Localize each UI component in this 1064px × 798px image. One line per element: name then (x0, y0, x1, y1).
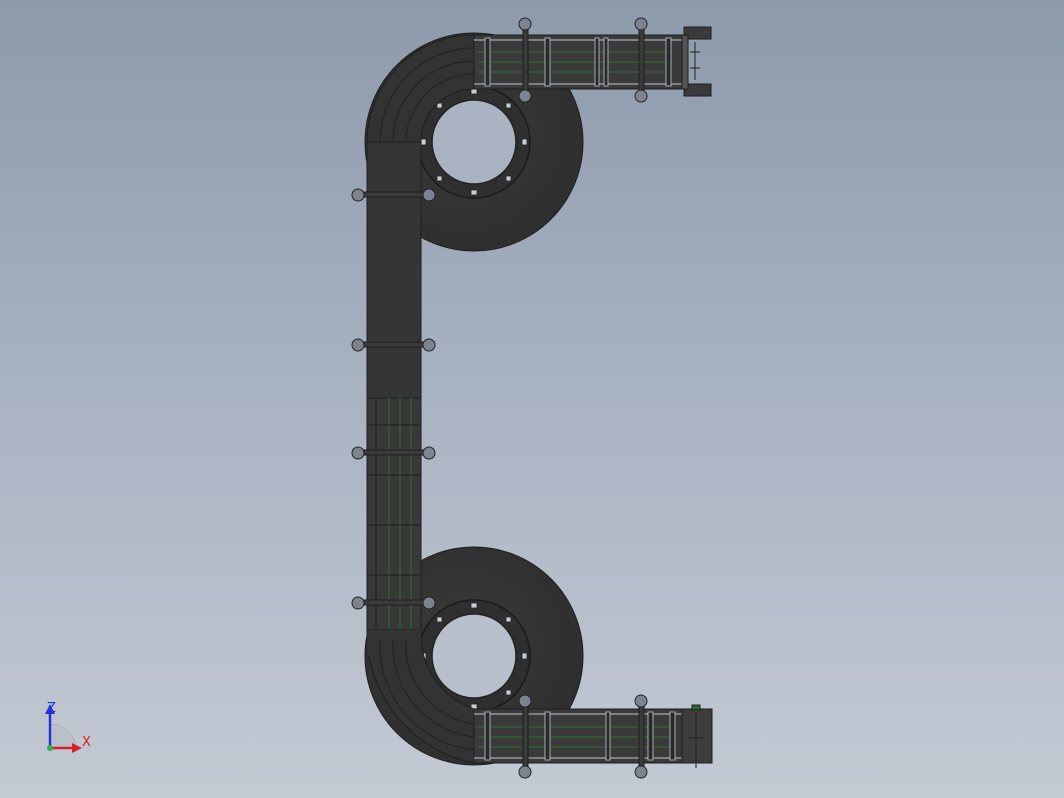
lower-conveyor[interactable] (473, 704, 713, 768)
triad-origin (47, 745, 53, 751)
upper-end-bracket (681, 26, 712, 97)
upper-conveyor[interactable] (473, 26, 712, 97)
cad-viewport[interactable]: Z X (0, 0, 1064, 798)
view-orientation-triad[interactable]: Z X (45, 701, 91, 753)
lower-end-bracket (681, 704, 713, 768)
lower-drum-bore (431, 613, 517, 699)
x-axis-label: X (82, 735, 91, 750)
z-axis-label: Z (47, 701, 56, 716)
upper-drum-bore (431, 99, 517, 185)
vertical-belt[interactable] (366, 141, 422, 657)
